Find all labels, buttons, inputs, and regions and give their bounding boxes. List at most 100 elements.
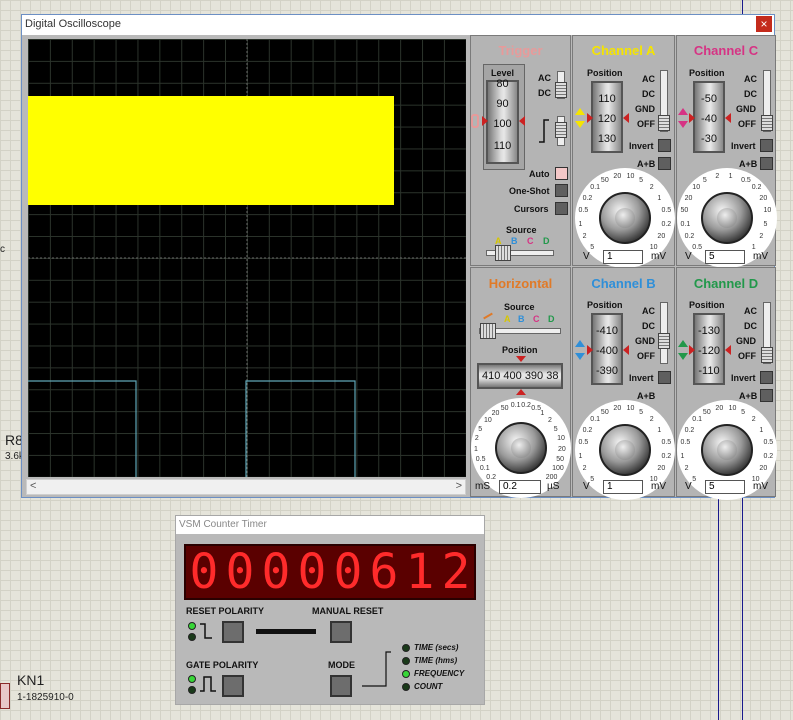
dial-scale-label: 10 — [626, 172, 635, 180]
drum-value: -410 — [595, 325, 619, 337]
scroll-left-arrow-icon[interactable]: < — [30, 480, 36, 492]
mode-label: MODE — [328, 660, 355, 670]
horizontal-position-tape[interactable]: 410 400 390 38 — [477, 363, 563, 389]
mode-item-count[interactable]: COUNT — [414, 682, 442, 691]
channel-b-coupling-switch[interactable] — [658, 302, 670, 364]
trigger-cursors-button[interactable] — [555, 202, 568, 215]
drum-value: -40 — [701, 113, 717, 125]
trigger-source-slider[interactable] — [486, 245, 554, 261]
channel-a-position-drum[interactable]: 110 120 130 — [591, 81, 623, 153]
mode-bracket — [362, 648, 392, 688]
channel-b-gnd-label: GND — [635, 336, 655, 346]
manual-reset-button[interactable] — [330, 621, 352, 643]
channel-d-knob[interactable] — [701, 424, 753, 476]
dial-scale-label: 1 — [474, 445, 478, 453]
channel-a-title: Channel A — [591, 43, 656, 58]
trigger-oneshot-button[interactable] — [555, 184, 568, 197]
channel-d-position-drum[interactable]: -130 -120 -110 — [693, 313, 725, 385]
trigger-level-drum[interactable]: 80 90 100 110 — [486, 78, 519, 164]
trigger-source-c: C — [527, 236, 534, 246]
channel-b-knob[interactable] — [599, 424, 651, 476]
timebase-value-field[interactable]: 0.2 — [499, 480, 541, 494]
channel-a-gnd-label: GND — [635, 104, 655, 114]
dial-scale-label: 2 — [582, 233, 587, 241]
channel-c-position-drum[interactable]: -50 -40 -30 — [693, 81, 725, 153]
scope-traces — [28, 39, 466, 477]
part-ref-label[interactable]: KN1 — [17, 672, 44, 688]
timebase-knob[interactable] — [495, 422, 547, 474]
channel-a-coupling-switch[interactable] — [658, 70, 670, 132]
channel-b-arrow-right-icon — [623, 345, 629, 355]
trigger-dc-label: DC — [538, 88, 551, 98]
dial-scale-label: 0.5 — [692, 243, 703, 251]
channel-a-volts-field[interactable]: 1 — [603, 250, 643, 264]
channel-a-knob[interactable] — [599, 192, 651, 244]
channel-d-position-pointer-icon — [678, 340, 688, 360]
horizontal-source-slider[interactable] — [479, 323, 561, 339]
gate-polarity-button[interactable] — [222, 675, 244, 697]
schematic-wire-vertical-lower — [718, 498, 719, 720]
channel-b-volts-field[interactable]: 1 — [603, 480, 643, 494]
counter-titlebar[interactable]: VSM Counter Timer — [176, 516, 484, 534]
channel-a-unit-right: mV — [651, 251, 666, 262]
channel-d-unit-right: mV — [753, 481, 768, 492]
trigger-edge-switch[interactable] — [555, 116, 567, 146]
dial-scale-label: 20 — [657, 233, 666, 241]
channel-c-coupling-switch[interactable] — [761, 70, 773, 132]
schematic-left-symbol: c — [0, 244, 5, 255]
trigger-source-label: Source — [506, 225, 537, 235]
dial-scale-label: 10 — [483, 416, 492, 424]
channel-d-invert-button[interactable] — [760, 371, 773, 384]
oscilloscope-window[interactable]: Digital Oscilloscope × < > Trigger Level… — [21, 14, 777, 500]
channel-d-volts-field[interactable]: 5 — [705, 480, 745, 494]
channel-c-knob[interactable] — [701, 192, 753, 244]
channel-c-invert-button[interactable] — [760, 139, 773, 152]
mode-item-frequency[interactable]: FREQUENCY — [414, 669, 464, 678]
mode-item-time-secs[interactable]: TIME (secs) — [414, 643, 458, 652]
dial-scale-label: 50 — [702, 408, 711, 416]
oscilloscope-titlebar[interactable]: Digital Oscilloscope × — [22, 15, 774, 35]
dial-scale-label: 0.5 — [763, 439, 774, 447]
channel-d-invert-label: Invert — [731, 373, 756, 383]
close-button[interactable]: × — [756, 16, 772, 32]
trigger-coupling-switch[interactable] — [555, 71, 567, 99]
dial-scale-label: 0.2 — [684, 233, 695, 241]
mode-item-time-hms[interactable]: TIME (hms) — [414, 656, 457, 665]
channel-d-arrow-left-icon — [689, 345, 695, 355]
channel-b-position-drum[interactable]: -410 -400 -390 — [591, 313, 623, 385]
dial-scale-label: 1 — [680, 452, 685, 460]
channel-b-invert-button[interactable] — [658, 371, 671, 384]
dial-scale-label: 1 — [657, 194, 662, 202]
channel-c-off-label: OFF — [738, 119, 756, 129]
trigger-auto-label: Auto — [529, 169, 550, 179]
scroll-right-arrow-icon[interactable]: > — [456, 480, 462, 492]
channel-d-gnd-label: GND — [736, 336, 756, 346]
dial-scale-label: 0.2 — [661, 220, 672, 228]
channel-a-panel: Channel A Position 110 120 130 AC DC GND… — [572, 35, 675, 268]
mode-button[interactable] — [330, 675, 352, 697]
channel-d-coupling-switch[interactable] — [761, 302, 773, 364]
reset-edge-icon — [199, 620, 213, 642]
trigger-ac-label: AC — [538, 73, 551, 83]
dial-scale-label: 20 — [715, 404, 724, 412]
drum-value: 100 — [493, 118, 512, 130]
counter-timer-window[interactable]: VSM Counter Timer 0 0 0 0 0 6 1 2 RESET … — [175, 515, 485, 705]
manual-reset-label: MANUAL RESET — [312, 606, 384, 616]
dial-scale-label: 10 — [763, 207, 772, 215]
part-value-label[interactable]: 1-1825910-0 — [17, 692, 74, 703]
channel-c-volts-field[interactable]: 5 — [705, 250, 745, 264]
dial-scale-label: 100 — [552, 465, 564, 473]
dial-scale-label: 0.5 — [661, 439, 672, 447]
dial-scale-label: 0.2 — [521, 402, 531, 410]
dial-scale-label: 0.5 — [680, 439, 691, 447]
channel-a-invert-button[interactable] — [658, 139, 671, 152]
scope-screen[interactable] — [28, 39, 466, 477]
dial-scale-label: 0.1 — [510, 402, 521, 410]
horizontal-scrollbar[interactable]: < > — [26, 479, 466, 495]
channel-b-dc-label: DC — [642, 321, 655, 331]
drum-value: 90 — [496, 98, 509, 110]
reset-polarity-button[interactable] — [222, 621, 244, 643]
trigger-auto-button[interactable] — [555, 167, 568, 180]
channel-c-unit-right: mV — [753, 251, 768, 262]
dial-scale-label: 5 — [741, 408, 745, 416]
